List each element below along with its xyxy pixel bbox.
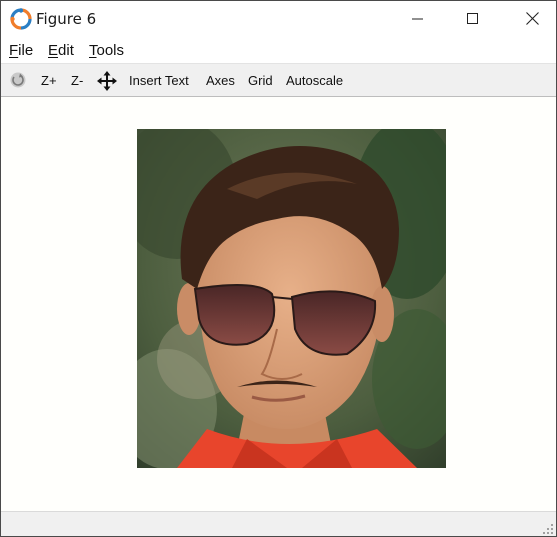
rotate-button[interactable] (9, 71, 27, 89)
zoom-in-button[interactable]: Z+ (41, 73, 57, 88)
menu-file-mnemonic: F (9, 42, 19, 59)
menu-file-label: ile (18, 42, 34, 59)
close-button[interactable] (509, 1, 555, 36)
insert-text-button[interactable]: Insert Text (129, 73, 189, 88)
menu-file[interactable]: File (9, 42, 33, 59)
autoscale-button[interactable]: Autoscale (286, 73, 343, 88)
window-title: Figure 6 (36, 10, 97, 28)
status-bar (1, 511, 556, 536)
pan-button[interactable] (97, 71, 117, 91)
minimize-button[interactable] (395, 1, 441, 36)
figure-window: Figure 6 File Edit Tools Z+ Z- Insert Te… (0, 0, 557, 537)
photo-icon (137, 129, 446, 468)
menu-tools-mnemonic: T (89, 42, 97, 59)
menu-edit-label: dit (58, 42, 74, 59)
menu-tools[interactable]: Tools (89, 42, 124, 59)
zoom-out-button[interactable]: Z- (71, 73, 83, 88)
octave-logo-icon (10, 8, 32, 30)
rotate-icon (10, 72, 26, 88)
resize-grip-icon[interactable] (542, 522, 554, 534)
minimize-icon (412, 18, 423, 19)
menu-tools-label: ools (96, 42, 125, 59)
portrait-image (137, 129, 446, 468)
menu-edit[interactable]: Edit (48, 42, 74, 59)
maximize-icon (467, 12, 478, 24)
axes-button[interactable]: Axes (206, 73, 235, 88)
menu-bar: File Edit Tools (1, 36, 556, 63)
menu-edit-mnemonic: E (48, 42, 59, 59)
figure-toolbar: Z+ Z- Insert Text Axes Grid Autoscale (1, 63, 556, 97)
pan-icon (97, 71, 117, 91)
maximize-button[interactable] (450, 1, 496, 36)
figure-canvas[interactable] (1, 97, 556, 511)
grid-button[interactable]: Grid (248, 73, 273, 88)
title-bar[interactable]: Figure 6 (1, 1, 556, 36)
close-icon (525, 12, 539, 25)
